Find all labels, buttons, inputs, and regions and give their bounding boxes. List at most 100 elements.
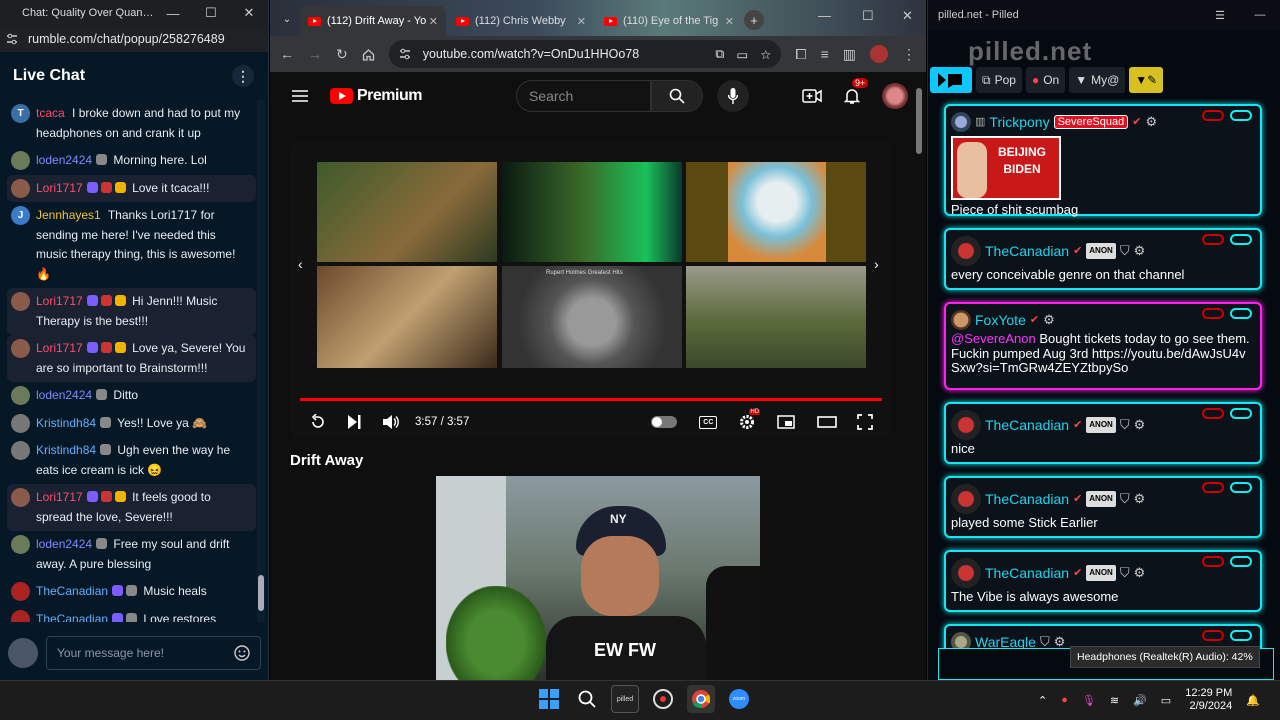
youtube-premium-logo[interactable]: Premium: [330, 87, 422, 105]
replay-icon[interactable]: [310, 414, 326, 430]
video-thumbnail[interactable]: [317, 162, 497, 262]
rumble-url-bar[interactable]: rumble.com/chat/popup/258276489: [0, 26, 268, 52]
close-button[interactable]: ✕: [230, 5, 268, 21]
chat-post[interactable]: TheCanadian ✔ ANON ⛉ ⚙ every conceivable…: [944, 228, 1262, 290]
tab-close-icon[interactable]: ✕: [725, 15, 734, 28]
user-avatar[interactable]: [11, 339, 30, 358]
blue-pill-icon[interactable]: [1230, 408, 1252, 419]
zoom-app-icon[interactable]: zoom: [725, 685, 753, 713]
tray-app-icon[interactable]: ●: [1061, 694, 1068, 706]
previous-arrow-icon[interactable]: ‹: [298, 256, 303, 272]
chat-message[interactable]: loden2424 Morning here. Lol: [7, 147, 256, 175]
home-icon[interactable]: [362, 48, 375, 61]
page-scrollbar-thumb[interactable]: [916, 88, 922, 154]
mentions-filter-button[interactable]: ▼ My@: [1069, 67, 1126, 93]
red-pill-icon[interactable]: [1202, 110, 1224, 121]
post-username[interactable]: TheCanadian: [985, 418, 1069, 433]
video-player[interactable]: Rupert Holmes Greatest Hits ‹ › 3:57 / 3…: [290, 140, 892, 438]
chat-post[interactable]: TheCanadian ✔ ANON ⛉ ⚙ The Vibe is alway…: [944, 550, 1262, 612]
minimize-button[interactable]: —: [818, 8, 831, 23]
maximize-button[interactable]: ☐: [862, 8, 874, 24]
reading-list-icon[interactable]: ≡: [821, 46, 829, 62]
account-avatar[interactable]: [882, 83, 908, 109]
user-avatar[interactable]: [951, 310, 971, 330]
chat-username[interactable]: Kristindh84: [36, 416, 96, 430]
chat-message[interactable]: Lori1717 Love ya, Severe! You are so imp…: [7, 335, 256, 382]
red-pill-icon[interactable]: [1202, 556, 1224, 567]
blue-pill-icon[interactable]: [1230, 630, 1252, 641]
chat-message[interactable]: Ttcaca I broke down and had to put my he…: [7, 100, 256, 147]
tab-drift-away[interactable]: (112) Drift Away - Yo ✕: [300, 6, 446, 36]
red-pill-icon[interactable]: [1202, 630, 1224, 641]
video-thumbnail[interactable]: Rupert Holmes Greatest Hits: [502, 266, 682, 368]
blue-pill-icon[interactable]: [1230, 234, 1252, 245]
settings-gear-icon[interactable]: ⚙: [1134, 565, 1146, 581]
chat-message[interactable]: TheCanadian Love restores: [7, 606, 256, 623]
post-username[interactable]: TheCanadian: [985, 566, 1069, 581]
user-avatar[interactable]: T: [11, 104, 30, 123]
blue-pill-icon[interactable]: [1230, 556, 1252, 567]
user-avatar[interactable]: [11, 292, 30, 311]
fullscreen-icon[interactable]: [857, 414, 874, 430]
video-thumbnail[interactable]: [686, 266, 866, 368]
next-video-icon[interactable]: [348, 415, 361, 429]
filter-button[interactable]: ▼✎: [1129, 67, 1164, 93]
notification-bell-icon[interactable]: 🔔: [1246, 694, 1260, 707]
close-button[interactable]: ✕: [902, 8, 913, 24]
menu-icon[interactable]: ☰: [1200, 9, 1240, 22]
user-avatar[interactable]: [951, 236, 981, 266]
reload-icon[interactable]: ↻: [336, 46, 348, 63]
video-thumbnail[interactable]: [686, 162, 866, 262]
chat-username[interactable]: loden2424: [36, 388, 92, 402]
chat-username[interactable]: Lori1717: [36, 490, 83, 504]
search-button[interactable]: [650, 80, 703, 112]
chat-message[interactable]: J Jennhayes1 Thanks Lori1717 for sending …: [7, 202, 256, 288]
start-button[interactable]: [535, 685, 563, 713]
user-avatar[interactable]: [11, 441, 30, 460]
chat-message[interactable]: Kristindh84 Yes!! Love ya 🙈: [7, 410, 256, 438]
mention-link[interactable]: @SevereAnon: [951, 331, 1036, 346]
omnibox[interactable]: youtube.com/watch?v=OnDu1HHOo78 ⧉ ▭ ☆: [388, 40, 782, 68]
chat-username[interactable]: TheCanadian: [36, 584, 108, 598]
chat-message[interactable]: Lori1717 It feels good to spread the lov…: [7, 484, 256, 531]
post-username[interactable]: TheCanadian: [985, 244, 1069, 259]
chat-username[interactable]: TheCanadian: [36, 612, 108, 623]
user-avatar[interactable]: [11, 178, 30, 198]
red-pill-icon[interactable]: [1202, 308, 1224, 319]
user-avatar[interactable]: J: [11, 206, 30, 225]
chat-post[interactable]: TheCanadian ✔ ANON ⛉ ⚙ played some Stick…: [944, 476, 1262, 538]
blue-pill-icon[interactable]: [1230, 308, 1252, 319]
emoji-icon[interactable]: [234, 644, 250, 661]
profile-avatar[interactable]: [870, 45, 888, 63]
user-avatar[interactable]: [11, 535, 30, 554]
settings-gear-icon[interactable]: ⚙: [1134, 243, 1146, 259]
theater-mode-icon[interactable]: [817, 416, 838, 428]
minimize-button[interactable]: —: [154, 6, 192, 21]
user-avatar[interactable]: [8, 637, 38, 668]
chat-username[interactable]: Jennhayes1: [36, 208, 101, 222]
speaker-icon[interactable]: 🔊: [1133, 694, 1147, 707]
back-icon[interactable]: ←: [280, 46, 294, 62]
bookmark-star-icon[interactable]: ☆: [760, 47, 771, 62]
user-avatar[interactable]: [11, 488, 30, 507]
user-avatar[interactable]: [11, 413, 30, 433]
chat-message-input[interactable]: Your message here!: [46, 635, 261, 670]
settings-gear-icon[interactable]: ⚙: [1043, 312, 1055, 328]
chat-message[interactable]: Kristindh84 Ugh even the way he eats ice…: [7, 437, 256, 484]
notifications-bell-icon[interactable]: 9+: [844, 78, 869, 105]
voice-search-button[interactable]: [716, 80, 749, 112]
extensions-icon[interactable]: ⧠: [795, 46, 806, 63]
tab-search-icon[interactable]: ⌄: [276, 8, 298, 30]
new-tab-button[interactable]: +: [744, 10, 764, 30]
post-image[interactable]: BEIJING BIDEN: [951, 136, 1061, 200]
hamburger-menu-icon[interactable]: [292, 90, 308, 102]
user-avatar[interactable]: [11, 151, 30, 170]
settings-gear-icon[interactable]: ⚙: [1145, 114, 1157, 130]
chat-username[interactable]: Lori1717: [36, 341, 83, 355]
wifi-icon[interactable]: ≋: [1110, 694, 1119, 707]
miniplayer-icon[interactable]: [777, 415, 796, 429]
tab-eye-of-the-tiger[interactable]: (110) Eye of the Tig ✕: [596, 6, 742, 36]
chat-username[interactable]: Lori1717: [36, 294, 83, 308]
chrome-app-icon[interactable]: [687, 685, 715, 713]
blue-pill-icon[interactable]: [1230, 482, 1252, 493]
